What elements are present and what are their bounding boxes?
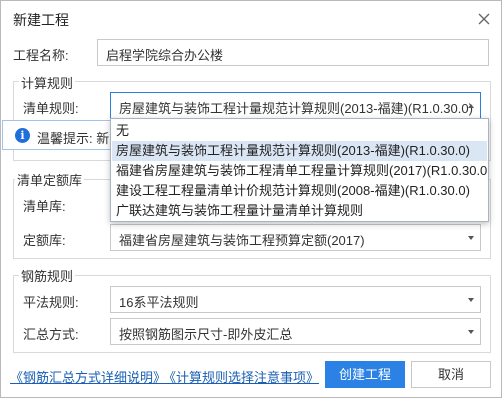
cancel-button[interactable]: 取消 [411,361,491,388]
project-name-label: 工程名称: [13,48,69,63]
summary-value: 按照钢筋图示尺寸-即外皮汇总 [119,327,293,342]
tip-text: 温馨提示: 新 [37,131,110,146]
create-project-button[interactable]: 创建工程 [325,361,405,388]
dropdown-option-selected[interactable]: 房屋建筑与装饰工程计量规范计算规则(2013-福建)(R1.0.30.0) [112,141,487,161]
dialog-title: 新建工程 [13,12,69,28]
chevron-down-icon [468,298,474,302]
close-icon[interactable] [475,10,493,28]
chevron-down-icon [468,330,474,334]
dropdown-option[interactable]: 广联达建筑与装饰工程量计量清单计算规则 [112,201,487,221]
quota-lib-value: 福建省房屋建筑与装饰工程预算定额(2017) [119,233,365,248]
list-rule-label: 清单规则: [23,101,79,116]
list-lib-label: 清单库: [23,199,66,214]
list-rule-dropdown: 无 房屋建筑与装饰工程计量规范计算规则(2013-福建)(R1.0.30.0) … [110,118,489,222]
summary-select[interactable]: 按照钢筋图示尺寸-即外皮汇总 [110,318,481,345]
summary-label: 汇总方式: [23,327,79,342]
chevron-down-icon [468,236,474,240]
dropdown-option[interactable]: 建设工程工程量清单计价规范计算规则(2008-福建)(R1.0.30.0) [112,181,487,201]
project-name-input[interactable]: 启程学院综合办公楼 [97,39,489,66]
chevron-up-icon [468,104,474,108]
dropdown-option[interactable]: 福建省房屋建筑与装饰工程清单工程量计算规则(2017)(R1.0.30.0) [112,161,487,181]
flat-rule-label: 平法规则: [23,295,79,310]
calc-rule-notes-link[interactable]: 《计算规则选择注意事项》 [163,367,319,386]
flat-rule-select[interactable]: 16系平法规则 [110,286,481,313]
list-rule-value: 房屋建筑与装饰工程计量规范计算规则(2013-福建)(R1.0.30.0) [119,101,473,116]
flat-rule-value: 16系平法规则 [119,295,199,310]
list-rule-select[interactable]: 房屋建筑与装饰工程计量规范计算规则(2013-福建)(R1.0.30.0) [110,92,481,119]
rebar-rules-legend: 钢筋规则 [19,266,76,285]
new-project-dialog: 新建工程 工程名称: 启程学院综合办公楼 计算规则 清单规则: 房屋建筑与装饰工… [0,0,502,398]
calc-rules-legend: 计算规则 [19,73,76,92]
quota-lib-label: 定额库: [23,233,66,248]
quota-lib-select[interactable]: 福建省房屋建筑与装饰工程预算定额(2017) [110,224,481,251]
info-icon: i [15,128,30,143]
rebar-summary-help-link[interactable]: 《钢筋汇总方式详细说明》 [10,367,166,386]
list-quota-legend: 清单定额库 [15,170,85,189]
dropdown-option[interactable]: 无 [112,121,487,141]
